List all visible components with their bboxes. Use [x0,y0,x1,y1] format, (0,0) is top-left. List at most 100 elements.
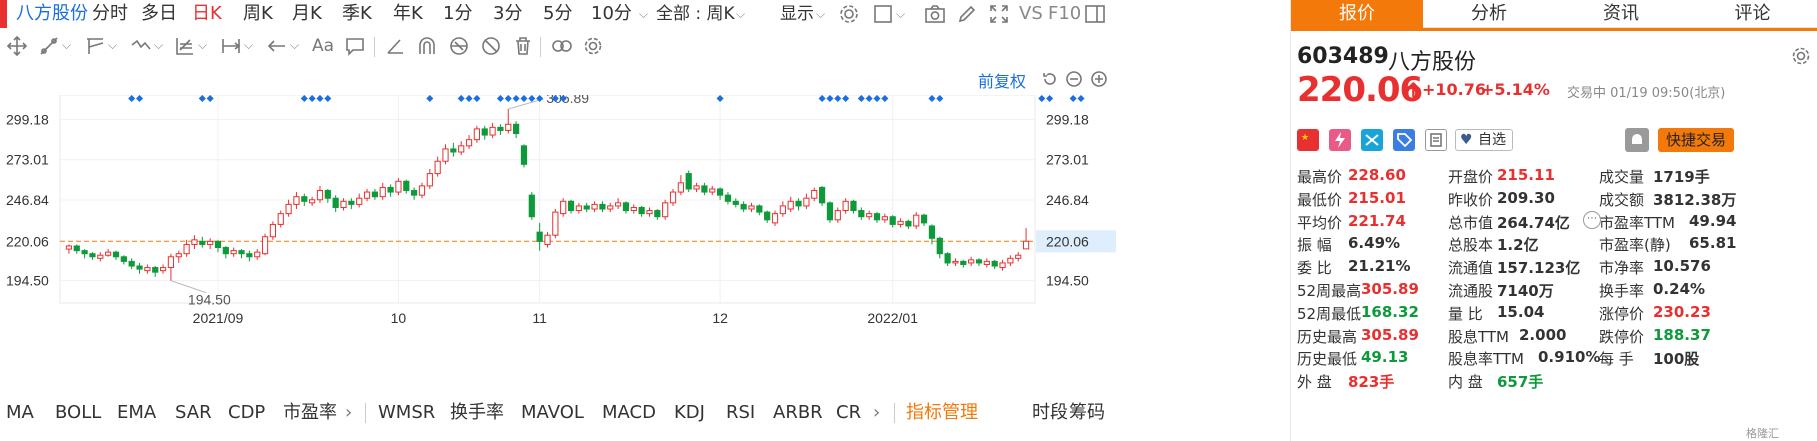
chevron-down-icon[interactable]: ⌵ [198,38,207,53]
indicator-manage-link[interactable]: 指标管理 [906,398,978,428]
settings-gear-icon[interactable] [838,3,860,34]
vs-button[interactable]: VS [1019,0,1043,28]
period-tab[interactable]: 年K [393,0,423,28]
chevron-right-icon[interactable]: › [345,398,352,428]
candle-body [128,260,135,267]
indicator-tab[interactable]: CR [836,398,861,428]
period-tab-active[interactable]: 日K [192,0,222,28]
cycle-tool-icon[interactable] [448,35,470,61]
last-price: 220.06 [1297,70,1423,110]
chevron-down-icon[interactable]: ⌵ [244,38,253,53]
chevron-down-icon[interactable]: ⌵ [154,38,163,53]
tab-news[interactable]: 资讯 [1555,0,1687,28]
settings-gear-icon[interactable] [1791,46,1811,70]
event-marker-icon [936,95,944,103]
delete-tool-icon[interactable] [512,35,534,61]
text-tool-icon[interactable]: Aa [312,33,334,59]
bell-alert-icon[interactable] [1625,128,1649,152]
period-tab[interactable]: 周K [243,0,273,28]
indicator-tab[interactable]: CDP [228,398,265,428]
indicator-tab[interactable]: ARBR [773,398,823,428]
range-tool-icon[interactable] [220,35,242,61]
indicator-tab[interactable]: BOLL [55,398,101,428]
adjust-mode-link[interactable]: 前复权 [978,68,1026,92]
heart-icon: ♥ [1460,132,1473,148]
pen-icon[interactable] [956,3,978,34]
period-tab[interactable]: 1分 [443,0,472,28]
connect-icon[interactable] [1361,129,1383,151]
session-tab[interactable]: 时段 [1032,398,1068,428]
chevron-down-icon[interactable]: ⌵ [736,0,745,28]
candlestick-chart[interactable]: 299.18 299.18 273.01 273.01 246.84 246.84 220.… [0,95,1284,365]
camera-icon[interactable] [924,3,946,34]
period-tab[interactable]: 10分 [591,0,632,28]
angle-tool-icon[interactable] [384,35,406,61]
chips-tab[interactable]: 筹码 [1069,398,1105,428]
line-tool-icon[interactable] [38,35,60,61]
indicator-tab[interactable]: MAVOL [521,398,584,428]
candle-body [167,256,175,269]
candle-body [89,253,96,258]
quote-field-value: 7140万 [1497,282,1554,300]
candle-body [65,245,73,250]
event-marker-icon [520,95,528,103]
wave-tool-icon[interactable] [130,35,152,61]
more-icon[interactable]: ⋯ [1583,210,1601,229]
color-square-icon[interactable] [872,3,894,34]
stock-name[interactable]: 八方股份 [16,0,88,28]
indicator-tab[interactable]: 市盈率 [283,398,337,428]
arc-tool-icon[interactable] [416,35,438,61]
indicator-tab[interactable]: EMA [117,398,156,428]
chevron-right-icon[interactable]: › [873,398,880,428]
display-menu[interactable]: 显示 [780,0,814,28]
chevron-down-icon[interactable]: ⌵ [290,38,299,53]
indicator-tab[interactable]: WMSR [378,398,435,428]
period-tab[interactable]: 3分 [493,0,522,28]
crosshair-icon[interactable] [6,35,28,61]
chevron-down-icon[interactable]: ⌵ [62,38,71,53]
fib-tool-icon[interactable] [174,35,196,61]
candle-body [779,205,786,215]
f10-button[interactable]: F10 [1048,0,1081,28]
comment-tool-icon[interactable] [344,35,366,61]
period-tab[interactable]: 多日 [141,0,177,28]
sidebar-toggle-icon[interactable] [1084,3,1106,34]
indicator-tab[interactable]: MACD [602,398,656,428]
indicator-tab[interactable]: 换手率 [450,398,504,428]
reset-icon[interactable] [1041,70,1059,92]
tab-comments[interactable]: 评论 [1687,0,1817,28]
tab-analysis[interactable]: 分析 [1423,0,1555,28]
zoom-in-icon[interactable] [1090,70,1108,92]
period-tab[interactable]: 分时 [92,0,128,28]
indicator-tab[interactable]: KDJ [674,398,705,428]
chevron-down-icon[interactable]: ⌵ [639,0,648,28]
period-toolbar: 八方股份 分时 多日 日K 周K 月K 季K 年K 1分 3分 5分 10分 ⌵… [0,0,1284,28]
period-tab[interactable]: 月K [292,0,322,28]
chevron-down-icon[interactable]: ⌵ [108,38,117,53]
candle-body [222,247,229,255]
period-tab[interactable]: 季K [342,0,372,28]
quick-trade-button[interactable]: 快捷交易 [1658,128,1734,152]
link-tool-icon[interactable] [550,35,574,61]
zoom-out-icon[interactable] [1065,70,1083,92]
event-marker-icon [865,95,873,103]
indicator-tab[interactable]: MA [6,398,34,428]
notes-icon[interactable] [1425,129,1447,151]
watchlist-button[interactable]: ♥ 自选 [1455,129,1513,151]
fullscreen-icon[interactable] [988,3,1010,34]
margin-trading-icon[interactable] [1329,129,1351,151]
watchlist-label: 自选 [1478,132,1506,148]
tab-quote[interactable]: 报价 [1291,0,1423,28]
quote-field-value: 221.74 [1348,211,1406,230]
settings-tool-icon[interactable] [582,35,604,61]
ray-tool-icon[interactable] [84,35,106,61]
candle-body [214,240,222,249]
indicator-tab[interactable]: RSI [726,398,755,428]
indicator-tab[interactable]: SAR [175,398,212,428]
hide-tool-icon[interactable] [480,35,502,61]
tag-icon[interactable] [1393,129,1415,151]
arrow-tool-icon[interactable] [266,35,288,61]
quote-field-label: 振 幅 [1297,236,1332,255]
period-tab[interactable]: 5分 [543,0,572,28]
all-period-select[interactable]: 全部 : 周K [656,0,735,28]
